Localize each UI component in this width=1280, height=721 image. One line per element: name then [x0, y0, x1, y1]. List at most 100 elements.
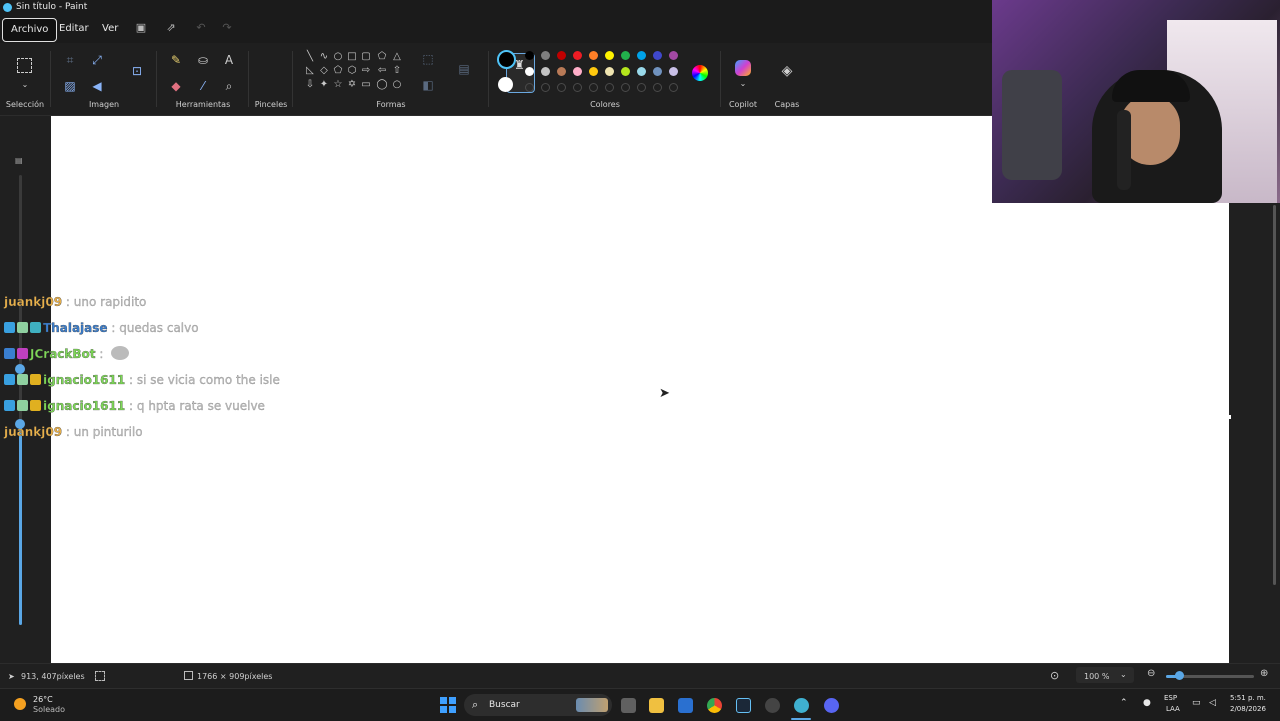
clock-date[interactable]: 2/08/2026: [1230, 705, 1266, 713]
palette-color-swatch[interactable]: [557, 51, 566, 60]
edit-colors-icon[interactable]: [692, 65, 708, 81]
chevron-down-icon[interactable]: ⌄: [735, 76, 751, 92]
microphone-icon[interactable]: ●: [1143, 698, 1151, 708]
menu-editar[interactable]: Editar: [51, 18, 97, 40]
fill-bucket-icon[interactable]: ⛀: [195, 52, 211, 68]
palette-color-swatch[interactable]: [541, 67, 550, 76]
sun-weather-icon[interactable]: [14, 698, 26, 710]
rectangle-shape-icon[interactable]: □: [346, 51, 358, 63]
input-language[interactable]: ESP: [1164, 694, 1177, 702]
steam-icon[interactable]: [736, 698, 751, 713]
rotate-icon[interactable]: ◀: [89, 78, 105, 94]
custom-color-slot[interactable]: [573, 83, 582, 92]
eraser-icon[interactable]: ◆: [168, 78, 184, 94]
palette-color-swatch[interactable]: [541, 51, 550, 60]
windows-start-icon[interactable]: [440, 697, 456, 713]
callout-rectangle-shape-icon[interactable]: ▭: [360, 79, 372, 91]
zoom-out-icon[interactable]: ⊖: [1147, 668, 1155, 679]
palette-color-swatch[interactable]: [525, 51, 534, 60]
outlook-icon[interactable]: [678, 698, 693, 713]
palette-color-swatch[interactable]: [653, 67, 662, 76]
arrow-up-shape-icon[interactable]: ⇧: [391, 65, 403, 77]
custom-color-slot[interactable]: [525, 83, 534, 92]
custom-color-slot[interactable]: [605, 83, 614, 92]
secondary-color-swatch[interactable]: [498, 77, 513, 92]
keyboard-layout[interactable]: LAA: [1166, 705, 1180, 713]
five-point-star-shape-icon[interactable]: ☆: [332, 79, 344, 91]
custom-color-slot[interactable]: [557, 83, 566, 92]
save-icon[interactable]: ▣: [134, 21, 148, 35]
redo-icon[interactable]: ↷: [220, 21, 234, 35]
palette-color-swatch[interactable]: [669, 51, 678, 60]
custom-color-slot[interactable]: [589, 83, 598, 92]
color-picker-icon[interactable]: ⁄: [195, 78, 211, 94]
canvas-resize-handle[interactable]: [1227, 415, 1231, 419]
pencil-icon[interactable]: ✎: [168, 52, 184, 68]
custom-color-slot[interactable]: [541, 83, 550, 92]
hexagon-shape-icon[interactable]: ⬡: [346, 65, 358, 77]
palette-color-swatch[interactable]: [605, 51, 614, 60]
rounded-rectangle-shape-icon[interactable]: ▢: [360, 51, 372, 63]
palette-color-swatch[interactable]: [621, 67, 630, 76]
palette-color-swatch[interactable]: [573, 51, 582, 60]
palette-color-swatch[interactable]: [525, 67, 534, 76]
arrow-right-shape-icon[interactable]: ⇨: [360, 65, 372, 77]
custom-color-slot[interactable]: [637, 83, 646, 92]
volume-icon[interactable]: ◁: [1209, 698, 1216, 708]
task-view-icon[interactable]: [621, 698, 636, 713]
zoom-in-icon[interactable]: ⊕: [1260, 668, 1268, 679]
custom-color-slot[interactable]: [669, 83, 678, 92]
taskbar-search-box[interactable]: ⌕ Buscar: [464, 694, 612, 716]
diamond-shape-icon[interactable]: ◇: [318, 65, 330, 77]
six-point-star-shape-icon[interactable]: ✡: [346, 79, 358, 91]
palette-color-swatch[interactable]: [605, 67, 614, 76]
palette-color-swatch[interactable]: [589, 51, 598, 60]
network-icon[interactable]: ▭: [1192, 698, 1201, 708]
zoom-dropdown[interactable]: 100 % ⌄: [1076, 667, 1134, 683]
app-icon[interactable]: [765, 698, 780, 713]
palette-color-swatch[interactable]: [573, 67, 582, 76]
background-remove-icon[interactable]: ▨: [62, 78, 78, 94]
polygon-shape-icon[interactable]: ⬠: [376, 51, 388, 63]
palette-color-swatch[interactable]: [653, 51, 662, 60]
oval-shape-icon[interactable]: ○: [332, 51, 344, 63]
copilot-icon[interactable]: [735, 60, 751, 76]
palette-color-swatch[interactable]: [621, 51, 630, 60]
arrow-left-shape-icon[interactable]: ⇦: [376, 65, 388, 77]
layers-icon[interactable]: ◈: [779, 63, 795, 79]
pentagon-shape-icon[interactable]: ⬠: [332, 65, 344, 77]
palette-color-swatch[interactable]: [637, 51, 646, 60]
shapes-expand-icon[interactable]: ▤: [456, 61, 472, 77]
chrome-icon[interactable]: [707, 698, 722, 713]
palette-color-swatch[interactable]: [669, 67, 678, 76]
text-tool-icon[interactable]: A: [221, 52, 237, 68]
menu-ver[interactable]: Ver: [94, 18, 126, 40]
curve-shape-icon[interactable]: ∿: [318, 51, 330, 63]
palette-color-swatch[interactable]: [557, 67, 566, 76]
crop-icon[interactable]: ⌗: [62, 52, 78, 68]
chevron-up-icon[interactable]: ⌃: [1120, 698, 1128, 708]
undo-icon[interactable]: ↶: [194, 21, 208, 35]
chevron-down-icon[interactable]: ⌄: [17, 77, 33, 93]
arrow-down-shape-icon[interactable]: ⇩: [304, 79, 316, 91]
vertical-scrollbar[interactable]: [1273, 205, 1276, 585]
line-shape-icon[interactable]: ╲: [304, 51, 316, 63]
custom-color-slot[interactable]: [653, 83, 662, 92]
palette-color-swatch[interactable]: [637, 67, 646, 76]
palette-color-swatch[interactable]: [589, 67, 598, 76]
zoom-slider-thumb[interactable]: [1175, 671, 1184, 680]
fit-to-window-icon[interactable]: ⊙: [1050, 669, 1059, 682]
shape-fill-icon[interactable]: ◧: [420, 77, 436, 93]
custom-color-slot[interactable]: [621, 83, 630, 92]
select-rectangle-icon[interactable]: [17, 58, 32, 73]
image-select-icon[interactable]: ⊡: [129, 63, 145, 79]
resize-icon[interactable]: ⤢: [89, 52, 105, 68]
callout-oval-shape-icon[interactable]: ◯: [376, 79, 388, 91]
menu-archivo[interactable]: Archivo: [2, 18, 58, 42]
magnifier-icon[interactable]: ⌕: [221, 78, 237, 94]
outline-icon[interactable]: ⬚: [420, 51, 436, 67]
four-point-star-shape-icon[interactable]: ✦: [318, 79, 330, 91]
file-explorer-icon[interactable]: [649, 698, 664, 713]
right-triangle-shape-icon[interactable]: ◺: [304, 65, 316, 77]
triangle-shape-icon[interactable]: △: [391, 51, 403, 63]
